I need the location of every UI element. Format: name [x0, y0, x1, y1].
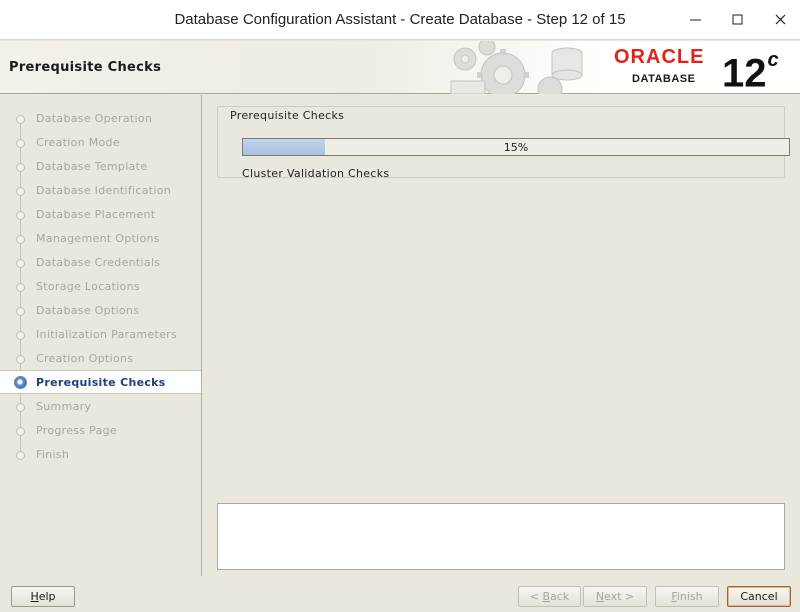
sidebar-step-label: Database Options	[36, 304, 140, 317]
page-title: Prerequisite Checks	[9, 60, 162, 75]
cancel-button[interactable]: Cancel	[727, 586, 791, 607]
sidebar-step-label: Summary	[36, 400, 92, 413]
minimize-icon[interactable]	[684, 8, 708, 32]
step-indicator-icon	[16, 355, 25, 364]
sidebar-step: Database Operation	[0, 107, 201, 131]
next-button[interactable]: Next >	[583, 586, 647, 607]
back-button[interactable]: < Back	[518, 586, 581, 607]
sidebar-step: Finish	[0, 443, 201, 467]
step-indicator-icon	[16, 403, 25, 412]
sidebar-step: Database Placement	[0, 203, 201, 227]
sidebar-step-label: Prerequisite Checks	[36, 376, 166, 389]
help-button-label: elp	[38, 590, 56, 603]
gears-illustration-icon	[450, 41, 583, 94]
main-content: Prerequisite Checks 15% Cluster Validati…	[203, 95, 800, 576]
sidebar-step-label: Creation Options	[36, 352, 134, 365]
step-indicator-icon	[16, 235, 25, 244]
sidebar-step-label: Storage Locations	[36, 280, 140, 293]
oracle-logo: ORACLE DATABASE	[614, 46, 705, 85]
step-indicator-icon	[16, 211, 25, 220]
help-button[interactable]: Help	[11, 586, 75, 607]
status-text: Cluster Validation Checks	[242, 167, 390, 180]
close-icon[interactable]	[769, 8, 793, 32]
sidebar-step-label: Database Identification	[36, 184, 172, 197]
sidebar-step-label: Database Credentials	[36, 256, 161, 269]
window-title: Database Configuration Assistant - Creat…	[174, 11, 626, 28]
back-button-mnemonic: B	[542, 590, 551, 603]
sidebar-step-label: Management Options	[36, 232, 160, 245]
sidebar-step: Summary	[0, 395, 201, 419]
help-button-mnemonic: H	[30, 590, 39, 603]
sidebar-step: Creation Options	[0, 347, 201, 371]
sidebar-step: Database Template	[0, 155, 201, 179]
sidebar-step-label: Database Template	[36, 160, 148, 173]
finish-button-label: inish	[676, 590, 703, 603]
steps-sidebar: Database Operation Creation Mode Database …	[0, 95, 202, 576]
progress-bar: 15%	[242, 138, 790, 156]
prerequisite-group: Prerequisite Checks 15% Cluster Validati…	[217, 106, 790, 180]
step-indicator-icon	[16, 451, 25, 460]
step-indicator-icon	[16, 163, 25, 172]
sidebar-step: Initialization Parameters	[0, 323, 201, 347]
next-button-label: ext >	[604, 590, 635, 603]
step-indicator-icon	[16, 259, 25, 268]
step-indicator-icon	[16, 115, 25, 124]
step-indicator-icon	[16, 139, 25, 148]
details-textarea[interactable]	[217, 503, 785, 570]
sidebar-step: Prerequisite Checks	[0, 370, 201, 394]
sidebar-step: Database Identification	[0, 179, 201, 203]
sidebar-step-label: Database Placement	[36, 208, 156, 221]
sidebar-step: Creation Mode	[0, 131, 201, 155]
sidebar-step-label: Progress Page	[36, 424, 117, 437]
next-button-mnemonic: N	[595, 590, 605, 603]
sidebar-step: Database Options	[0, 299, 201, 323]
cancel-button-label: Cancel	[740, 590, 778, 603]
group-title: Prerequisite Checks	[230, 109, 345, 122]
step-indicator-icon	[14, 376, 27, 389]
sidebar-step: Management Options	[0, 227, 201, 251]
step-indicator-icon	[16, 307, 25, 316]
maximize-icon[interactable]	[726, 8, 750, 32]
back-button-prefix: <	[529, 590, 543, 603]
step-indicator-icon	[16, 331, 25, 340]
finish-button[interactable]: Finish	[655, 586, 719, 607]
sidebar-step: Progress Page	[0, 419, 201, 443]
sidebar-step: Storage Locations	[0, 275, 201, 299]
oracle-version-suffix: c	[767, 49, 779, 71]
sidebar-step-label: Initialization Parameters	[36, 328, 178, 341]
step-indicator-icon	[16, 187, 25, 196]
back-button-label: ack	[550, 590, 570, 603]
window-titlebar: Database Configuration Assistant - Creat…	[0, 0, 800, 40]
oracle-logo-product: DATABASE	[632, 73, 696, 85]
sidebar-step-label: Finish	[36, 448, 70, 461]
page-header: Prerequisite Checks ORACLE DATABASE 12c	[0, 41, 800, 95]
sidebar-step-label: Creation Mode	[36, 136, 120, 149]
oracle-version-number: 12	[722, 51, 767, 96]
step-indicator-icon	[16, 427, 25, 436]
oracle-logo-wordmark: ORACLE	[614, 46, 705, 68]
wizard-footer: Help < Back Next > Finish Cancel	[0, 576, 800, 612]
sidebar-step-label: Database Operation	[36, 112, 153, 125]
sidebar-step: Database Credentials	[0, 251, 201, 275]
progress-label: 15%	[503, 141, 529, 154]
oracle-version: 12c	[722, 44, 779, 95]
step-indicator-icon	[16, 283, 25, 292]
